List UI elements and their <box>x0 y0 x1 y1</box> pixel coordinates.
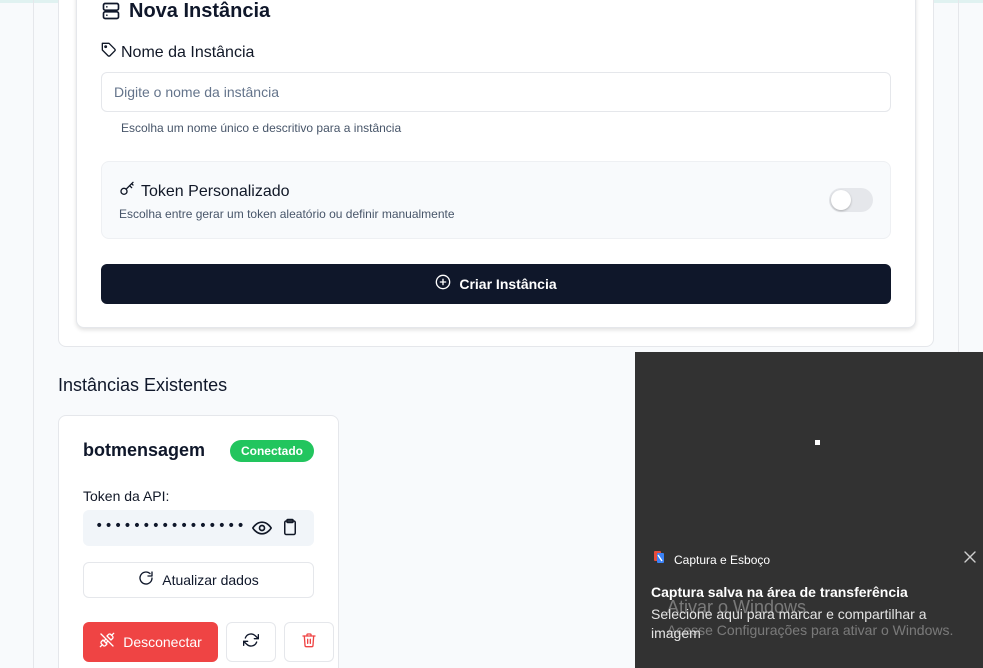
notification-app-row: Captura e Esboço <box>652 550 770 569</box>
delete-button[interactable] <box>284 622 334 662</box>
card-header: Nova Instância <box>101 0 270 22</box>
tag-icon <box>101 42 117 63</box>
refresh-icon <box>138 570 154 591</box>
notification-body: Selecione aqui para marcar e compartilha… <box>651 606 927 641</box>
notification-preview <box>815 440 820 445</box>
restart-icon <box>243 632 259 653</box>
name-help-text: Escolha um nome único e descritivo para … <box>121 121 402 135</box>
card-title: Nova Instância <box>129 0 271 22</box>
custom-token-toggle[interactable] <box>829 188 873 212</box>
instance-name: botmensagem <box>83 440 206 460</box>
notification-app-name: Captura e Esboço <box>674 552 771 567</box>
server-icon <box>101 1 121 21</box>
custom-token-header: Token Personalizado <box>119 181 290 202</box>
custom-token-description: Escolha entre gerar um token aleatório o… <box>119 207 455 221</box>
key-icon <box>119 181 135 202</box>
unplug-icon <box>99 632 115 653</box>
toggle-knob <box>831 190 851 210</box>
api-token-label: Token da API: <box>83 488 170 504</box>
plus-circle-icon <box>435 274 451 295</box>
status-badge: Conectado <box>230 440 314 462</box>
notification-close-button[interactable] <box>963 550 977 564</box>
trash-icon <box>301 632 317 653</box>
eye-icon <box>252 521 272 542</box>
restart-button[interactable] <box>226 622 276 662</box>
close-icon <box>963 551 977 568</box>
update-data-button[interactable]: Atualizar dados <box>83 562 314 598</box>
clipboard-icon <box>281 518 299 541</box>
copy-token-button[interactable] <box>281 517 299 537</box>
create-instance-label: Criar Instância <box>459 276 557 292</box>
show-token-button[interactable] <box>252 518 272 538</box>
left-divider <box>33 0 34 668</box>
update-data-label: Atualizar dados <box>162 572 259 588</box>
name-label: Nome da Instância <box>121 43 255 61</box>
disconnect-button[interactable]: Desconectar <box>83 622 218 662</box>
api-token-value: •••••••••••••••• <box>95 518 246 534</box>
name-label-row: Nome da Instância <box>101 42 254 63</box>
snip-app-icon <box>652 550 666 569</box>
instance-name-input[interactable] <box>101 72 891 112</box>
existing-instances-title: Instâncias Existentes <box>58 375 228 395</box>
create-instance-button[interactable]: Criar Instância <box>101 264 891 304</box>
disconnect-label: Desconectar <box>123 634 202 650</box>
custom-token-label: Token Personalizado <box>141 182 290 200</box>
